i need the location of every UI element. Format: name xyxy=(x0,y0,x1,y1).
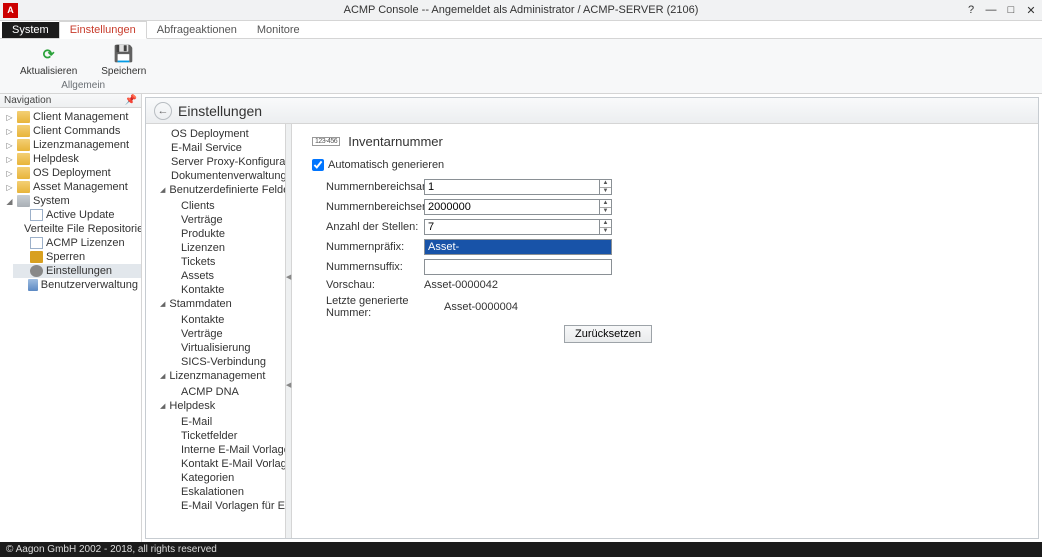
tree-email[interactable]: E-Mail xyxy=(162,415,279,429)
titlebar: A ACMP Console -- Angemeldet als Adminis… xyxy=(0,0,1042,21)
tab-monitore[interactable]: Monitore xyxy=(247,22,310,38)
auto-generate-checkbox[interactable] xyxy=(312,159,324,171)
navigation-tree: ▷Client Management ▷Client Commands ▷Liz… xyxy=(0,108,141,294)
content-title: 123-456 Inventarnummer xyxy=(312,134,1018,149)
window-title: ACMP Console -- Angemeldet als Administr… xyxy=(344,4,699,16)
range-start-spinner[interactable]: ▲▼ xyxy=(599,179,612,195)
range-end-label: Nummernbereichsende: xyxy=(326,201,424,213)
preview-label: Vorschau: xyxy=(326,279,424,291)
settings-tree-panel: OS Deployment E-Mail Service Server Prox… xyxy=(146,124,286,538)
nav-client-commands[interactable]: ▷Client Commands xyxy=(0,124,141,138)
content-badge: 123-456 xyxy=(312,137,340,146)
tab-system[interactable]: System xyxy=(2,22,59,38)
tree-helpdesk[interactable]: Helpdesk xyxy=(152,399,279,415)
tree-tickets[interactable]: Tickets xyxy=(162,255,279,269)
save-icon: 💾 xyxy=(114,44,134,64)
tree-email-service[interactable]: E-Mail Service xyxy=(152,141,279,155)
range-end-input[interactable] xyxy=(424,199,599,215)
tree-stammdaten[interactable]: Stammdaten xyxy=(152,297,279,313)
content-pane: 123-456 Inventarnummer Automatisch gener… xyxy=(292,124,1038,538)
auto-generate-label: Automatisch generieren xyxy=(328,159,444,171)
tree-lizenzmgmt[interactable]: Lizenzmanagement xyxy=(152,369,279,385)
minimize-icon[interactable]: — xyxy=(984,4,998,17)
restore-icon[interactable]: □ xyxy=(1004,4,1018,17)
tree-sics[interactable]: SICS-Verbindung xyxy=(162,355,279,369)
tree-acmp-dna[interactable]: ACMP DNA xyxy=(162,385,279,399)
tree-eskalationen[interactable]: Eskalationen xyxy=(162,485,279,499)
refresh-icon: ⟳ xyxy=(39,44,59,64)
settings-header: ← Einstellungen xyxy=(146,98,1038,124)
nav-verteilte-file-repos[interactable]: Verteilte File Repositories xyxy=(13,222,141,236)
prefix-input[interactable] xyxy=(424,239,612,255)
last-number-value: Asset-0000004 xyxy=(444,301,518,313)
app-icon: A xyxy=(3,3,18,18)
footer: © Aagon GmbH 2002 - 2018, all rights res… xyxy=(0,542,1042,557)
tree-server-proxy[interactable]: Server Proxy-Konfiguration xyxy=(152,155,279,169)
navigation-pane: Navigation 📌 ▷Client Management ▷Client … xyxy=(0,94,142,542)
back-button[interactable]: ← xyxy=(154,102,172,120)
tree-kontakt-email[interactable]: Kontakt E-Mail Vorlagen xyxy=(162,457,279,471)
tree-clients[interactable]: Clients xyxy=(162,199,279,213)
close-icon[interactable]: ✕ xyxy=(1024,4,1038,17)
nav-active-update[interactable]: Active Update xyxy=(13,208,141,222)
tree-assets[interactable]: Assets xyxy=(162,269,279,283)
nav-client-management[interactable]: ▷Client Management xyxy=(0,110,141,124)
aktualisieren-button[interactable]: ⟳ Aktualisieren xyxy=(12,41,85,80)
nav-os-deployment[interactable]: ▷OS Deployment xyxy=(0,166,141,180)
tab-abfrageaktionen[interactable]: Abfrageaktionen xyxy=(147,22,247,38)
range-start-label: Nummernbereichsanfang: xyxy=(326,181,424,193)
digits-spinner[interactable]: ▲▼ xyxy=(599,219,612,235)
tree-kategorien[interactable]: Kategorien xyxy=(162,471,279,485)
nav-lizenzmanagement[interactable]: ▷Lizenzmanagement xyxy=(0,138,141,152)
range-start-input[interactable] xyxy=(424,179,599,195)
tree-virtualisierung[interactable]: Virtualisierung xyxy=(162,341,279,355)
preview-value: Asset-0000042 xyxy=(424,279,498,291)
tree-os-deployment[interactable]: OS Deployment xyxy=(152,127,279,141)
tree-lizenzen[interactable]: Lizenzen xyxy=(162,241,279,255)
tree-benutzerdef-felder[interactable]: Benutzerdefinierte Felder xyxy=(152,183,279,199)
nav-benutzerverwaltung[interactable]: Benutzerverwaltung xyxy=(13,278,141,292)
chevron-left-icon: ◀ xyxy=(286,381,291,389)
tree-interne-email[interactable]: Interne E-Mail Vorlagen xyxy=(162,443,279,457)
ribbon-group-title: Allgemein xyxy=(61,80,105,91)
tree-produkte[interactable]: Produkte xyxy=(162,227,279,241)
tree-vertraege[interactable]: Verträge xyxy=(162,213,279,227)
chevron-left-icon: ◀ xyxy=(286,273,291,281)
nav-acmp-lizenzen[interactable]: ACMP Lizenzen xyxy=(13,236,141,250)
digits-input[interactable] xyxy=(424,219,599,235)
tree-kontakte[interactable]: Kontakte xyxy=(162,283,279,297)
tree-kontakte2[interactable]: Kontakte xyxy=(162,313,279,327)
ribbon-group-allgemein: ⟳ Aktualisieren 💾 Speichern Allgemein xyxy=(6,41,160,91)
speichern-button[interactable]: 💾 Speichern xyxy=(93,41,154,80)
tree-email-vorlagen-esk[interactable]: E-Mail Vorlagen für Eskalationen xyxy=(162,499,279,512)
digits-label: Anzahl der Stellen: xyxy=(326,221,424,233)
pin-icon[interactable]: 📌 xyxy=(125,95,137,106)
speichern-label: Speichern xyxy=(101,66,146,77)
tree-dokumentenverwaltung[interactable]: Dokumentenverwaltung xyxy=(152,169,279,183)
settings-title: Einstellungen xyxy=(178,103,262,119)
tab-einstellungen[interactable]: Einstellungen xyxy=(59,21,147,39)
tree-ticketfelder[interactable]: Ticketfelder xyxy=(162,429,279,443)
footer-text: © Aagon GmbH 2002 - 2018, all rights res… xyxy=(6,544,217,555)
suffix-label: Nummernsuffix: xyxy=(326,261,424,273)
ribbon: ⟳ Aktualisieren 💾 Speichern Allgemein xyxy=(0,39,1042,94)
last-number-label: Letzte generierte Nummer: xyxy=(326,295,444,319)
aktualisieren-label: Aktualisieren xyxy=(20,66,77,77)
nav-asset-management[interactable]: ▷Asset Management xyxy=(0,180,141,194)
range-end-spinner[interactable]: ▲▼ xyxy=(599,199,612,215)
content-heading: Inventarnummer xyxy=(348,134,443,149)
nav-system[interactable]: ◢System xyxy=(0,194,141,208)
ribbon-tabs: System Einstellungen Abfrageaktionen Mon… xyxy=(0,21,1042,39)
reset-button[interactable]: Zurücksetzen xyxy=(564,325,652,343)
navigation-title: Navigation xyxy=(4,95,51,106)
suffix-input[interactable] xyxy=(424,259,612,275)
navigation-header: Navigation 📌 xyxy=(0,94,141,108)
prefix-label: Nummernpräfix: xyxy=(326,241,424,253)
nav-helpdesk[interactable]: ▷Helpdesk xyxy=(0,152,141,166)
nav-einstellungen[interactable]: Einstellungen xyxy=(13,264,141,278)
nav-sperren[interactable]: Sperren xyxy=(13,250,141,264)
tree-vertraege2[interactable]: Verträge xyxy=(162,327,279,341)
help-icon[interactable]: ? xyxy=(964,4,978,17)
